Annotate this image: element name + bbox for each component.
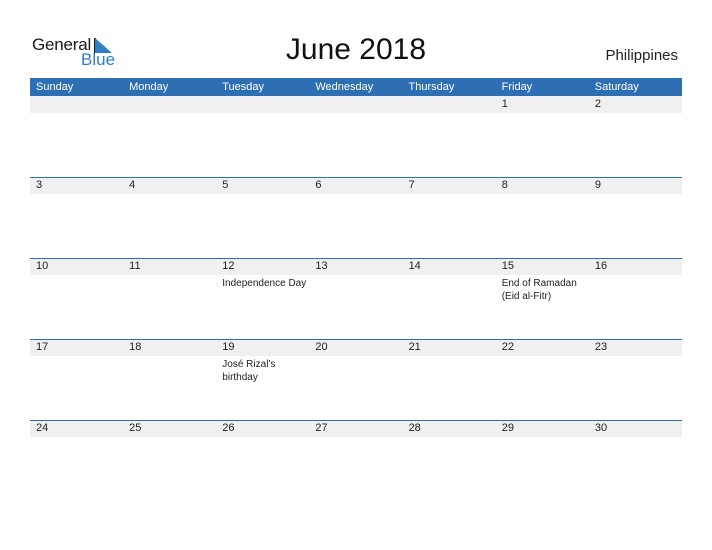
day-number: 22 <box>501 341 514 353</box>
day-number: 28 <box>408 422 421 434</box>
day-cell: 24 <box>30 420 123 501</box>
week-row: 17 18 19 José Rizal's birthday 20 21 22 23 <box>30 339 682 420</box>
day-cell: 18 <box>123 339 216 420</box>
day-number: 11 <box>129 260 141 272</box>
day-number: 9 <box>594 179 601 191</box>
day-number: 20 <box>315 341 328 353</box>
day-cell: 19 José Rizal's birthday <box>216 339 309 420</box>
day-number: 1 <box>501 98 508 110</box>
day-number: 13 <box>315 260 328 272</box>
day-cell: 22 <box>496 339 589 420</box>
day-cell: 6 <box>309 177 402 258</box>
day-cell: 15 End of Ramadan (Eid al-Fitr) <box>496 258 589 339</box>
day-number: 4 <box>129 179 136 191</box>
day-cell: 4 <box>123 177 216 258</box>
day-number: 8 <box>501 179 508 191</box>
day-cell <box>309 96 402 177</box>
day-cell: 16 <box>589 258 682 339</box>
country-label: Philippines <box>605 47 678 64</box>
day-cell: 29 <box>496 420 589 501</box>
day-number: 6 <box>315 179 322 191</box>
week-row: 3 4 5 6 7 8 9 <box>30 177 682 258</box>
day-cell: 25 <box>123 420 216 501</box>
holiday-label: José Rizal's birthday <box>222 359 276 383</box>
day-number: 24 <box>36 422 49 434</box>
day-number: 29 <box>501 422 514 434</box>
week-row: 24 25 26 27 28 29 30 <box>30 420 682 501</box>
weekday-header: Sunday Monday Tuesday Wednesday Thursday… <box>30 78 682 96</box>
day-cell: 30 <box>589 420 682 501</box>
day-cell: 21 <box>403 339 496 420</box>
day-number: 18 <box>129 341 142 353</box>
day-cell: 11 <box>123 258 216 339</box>
weekday-tuesday: Tuesday <box>222 81 265 93</box>
day-cell <box>216 96 309 177</box>
day-cell: 12 Independence Day <box>216 258 309 339</box>
day-cell: 14 <box>403 258 496 339</box>
day-cell: 26 <box>216 420 309 501</box>
day-number: 15 <box>501 260 514 272</box>
weekday-saturday: Saturday <box>594 81 639 93</box>
weekday-friday: Friday <box>501 81 533 93</box>
day-cell: 5 <box>216 177 309 258</box>
day-number: 23 <box>594 341 608 353</box>
day-number: 10 <box>36 260 49 272</box>
day-cell: 1 <box>496 96 589 177</box>
day-number: 21 <box>408 341 421 353</box>
day-cell: 10 <box>30 258 123 339</box>
weekday-monday: Monday <box>129 81 169 93</box>
day-cell: 27 <box>309 420 402 501</box>
holiday-label: End of Ramadan (Eid al-Fitr) <box>501 278 577 302</box>
day-number: 14 <box>408 260 421 272</box>
weekday-thursday: Thursday <box>408 81 455 93</box>
day-number: 2 <box>594 98 601 110</box>
day-number: 25 <box>129 422 142 434</box>
week-row: 10 11 12 Independence Day 13 14 15 End of Ramad… <box>30 258 682 339</box>
weekday-wednesday: Wednesday <box>315 81 374 93</box>
day-number: 16 <box>594 260 608 272</box>
day-cell: 8 <box>496 177 589 258</box>
day-cell <box>403 96 496 177</box>
day-cell: 3 <box>30 177 123 258</box>
day-number: 12 <box>222 260 235 272</box>
day-cell: 20 <box>309 339 402 420</box>
day-number: 26 <box>222 422 235 434</box>
day-cell: 7 <box>403 177 496 258</box>
day-cell: 2 <box>589 96 682 177</box>
day-number: 7 <box>408 179 415 191</box>
day-cell <box>123 96 216 177</box>
week-row: 12 <box>30 96 682 177</box>
day-number: 30 <box>594 422 608 434</box>
day-number: 27 <box>315 422 328 434</box>
day-number: 17 <box>36 341 49 353</box>
day-cell: 23 <box>589 339 682 420</box>
day-cell <box>30 96 123 177</box>
day-number: 5 <box>222 179 229 191</box>
day-number: 3 <box>36 179 43 191</box>
day-cell: 17 <box>30 339 123 420</box>
holiday-label: Independence Day <box>222 278 307 289</box>
day-cell: 9 <box>589 177 682 258</box>
day-cell: 28 <box>403 420 496 501</box>
weekday-sunday: Sunday <box>36 81 74 93</box>
day-number: 19 <box>222 341 235 353</box>
day-cell: 13 <box>309 258 402 339</box>
